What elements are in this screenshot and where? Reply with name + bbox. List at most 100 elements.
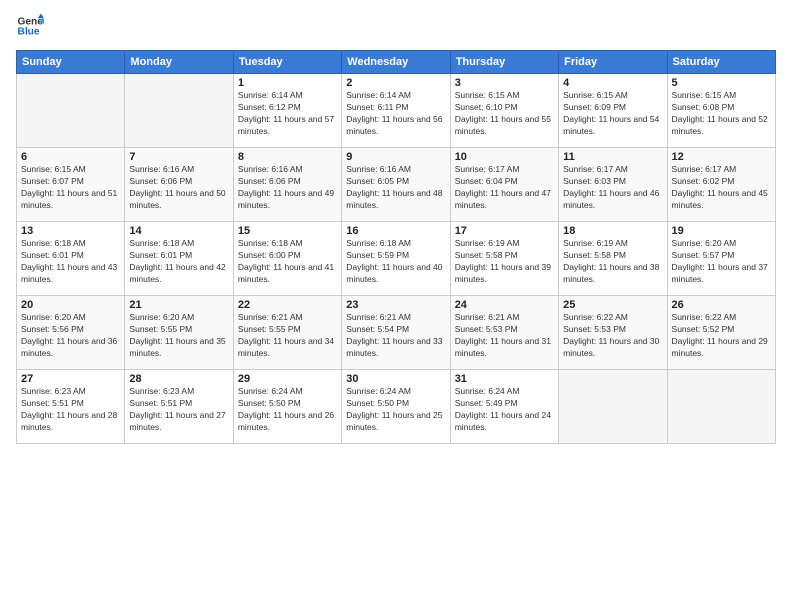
calendar-cell: 16Sunrise: 6:18 AM Sunset: 5:59 PM Dayli… bbox=[342, 222, 450, 296]
calendar-cell: 12Sunrise: 6:17 AM Sunset: 6:02 PM Dayli… bbox=[667, 148, 775, 222]
day-info: Sunrise: 6:17 AM Sunset: 6:04 PM Dayligh… bbox=[455, 164, 554, 212]
calendar-cell: 4Sunrise: 6:15 AM Sunset: 6:09 PM Daylig… bbox=[559, 74, 667, 148]
week-row-1: 1Sunrise: 6:14 AM Sunset: 6:12 PM Daylig… bbox=[17, 74, 776, 148]
calendar-cell: 20Sunrise: 6:20 AM Sunset: 5:56 PM Dayli… bbox=[17, 296, 125, 370]
day-info: Sunrise: 6:19 AM Sunset: 5:58 PM Dayligh… bbox=[563, 238, 662, 286]
day-number: 29 bbox=[238, 373, 337, 385]
calendar-cell: 25Sunrise: 6:22 AM Sunset: 5:53 PM Dayli… bbox=[559, 296, 667, 370]
calendar-cell: 27Sunrise: 6:23 AM Sunset: 5:51 PM Dayli… bbox=[17, 370, 125, 444]
day-info: Sunrise: 6:16 AM Sunset: 6:05 PM Dayligh… bbox=[346, 164, 445, 212]
day-info: Sunrise: 6:24 AM Sunset: 5:50 PM Dayligh… bbox=[346, 386, 445, 434]
day-number: 13 bbox=[21, 225, 120, 237]
day-info: Sunrise: 6:24 AM Sunset: 5:50 PM Dayligh… bbox=[238, 386, 337, 434]
calendar-cell: 22Sunrise: 6:21 AM Sunset: 5:55 PM Dayli… bbox=[233, 296, 341, 370]
day-number: 31 bbox=[455, 373, 554, 385]
calendar-cell: 18Sunrise: 6:19 AM Sunset: 5:58 PM Dayli… bbox=[559, 222, 667, 296]
calendar-cell: 10Sunrise: 6:17 AM Sunset: 6:04 PM Dayli… bbox=[450, 148, 558, 222]
day-number: 30 bbox=[346, 373, 445, 385]
calendar-cell: 26Sunrise: 6:22 AM Sunset: 5:52 PM Dayli… bbox=[667, 296, 775, 370]
day-number: 26 bbox=[672, 299, 771, 311]
weekday-header-friday: Friday bbox=[559, 51, 667, 74]
calendar-cell: 2Sunrise: 6:14 AM Sunset: 6:11 PM Daylig… bbox=[342, 74, 450, 148]
day-number: 27 bbox=[21, 373, 120, 385]
day-number: 3 bbox=[455, 77, 554, 89]
day-number: 9 bbox=[346, 151, 445, 163]
day-info: Sunrise: 6:14 AM Sunset: 6:12 PM Dayligh… bbox=[238, 90, 337, 138]
day-info: Sunrise: 6:22 AM Sunset: 5:53 PM Dayligh… bbox=[563, 312, 662, 360]
day-info: Sunrise: 6:20 AM Sunset: 5:55 PM Dayligh… bbox=[129, 312, 228, 360]
calendar-cell: 1Sunrise: 6:14 AM Sunset: 6:12 PM Daylig… bbox=[233, 74, 341, 148]
day-info: Sunrise: 6:17 AM Sunset: 6:02 PM Dayligh… bbox=[672, 164, 771, 212]
calendar-cell: 15Sunrise: 6:18 AM Sunset: 6:00 PM Dayli… bbox=[233, 222, 341, 296]
calendar-body: 1Sunrise: 6:14 AM Sunset: 6:12 PM Daylig… bbox=[17, 74, 776, 444]
calendar-cell: 3Sunrise: 6:15 AM Sunset: 6:10 PM Daylig… bbox=[450, 74, 558, 148]
weekday-header-monday: Monday bbox=[125, 51, 233, 74]
day-info: Sunrise: 6:16 AM Sunset: 6:06 PM Dayligh… bbox=[129, 164, 228, 212]
calendar-cell: 5Sunrise: 6:15 AM Sunset: 6:08 PM Daylig… bbox=[667, 74, 775, 148]
calendar-cell: 19Sunrise: 6:20 AM Sunset: 5:57 PM Dayli… bbox=[667, 222, 775, 296]
day-info: Sunrise: 6:18 AM Sunset: 5:59 PM Dayligh… bbox=[346, 238, 445, 286]
day-number: 8 bbox=[238, 151, 337, 163]
day-number: 10 bbox=[455, 151, 554, 163]
week-row-3: 13 Sunrise: 6:18 AM Sunset: 6:01 PM Dayli… bbox=[17, 222, 776, 296]
day-info: Sunrise: 6:20 AM Sunset: 5:56 PM Dayligh… bbox=[21, 312, 120, 360]
day-number: 19 bbox=[672, 225, 771, 237]
weekday-header-saturday: Saturday bbox=[667, 51, 775, 74]
day-number: 6 bbox=[21, 151, 120, 163]
day-info: Sunrise: 6:21 AM Sunset: 5:54 PM Dayligh… bbox=[346, 312, 445, 360]
calendar-cell bbox=[559, 370, 667, 444]
day-info: Sunrise: 6:15 AM Sunset: 6:07 PM Dayligh… bbox=[21, 164, 120, 212]
day-number: 12 bbox=[672, 151, 771, 163]
day-number: 25 bbox=[563, 299, 662, 311]
day-number: 17 bbox=[455, 225, 554, 237]
day-info: Sunrise: 6:24 AM Sunset: 5:49 PM Dayligh… bbox=[455, 386, 554, 434]
calendar-cell: 24Sunrise: 6:21 AM Sunset: 5:53 PM Dayli… bbox=[450, 296, 558, 370]
day-number: 28 bbox=[129, 373, 228, 385]
weekday-header-thursday: Thursday bbox=[450, 51, 558, 74]
day-info: Sunrise: 6:23 AM Sunset: 5:51 PM Dayligh… bbox=[21, 386, 120, 434]
calendar-cell: 31Sunrise: 6:24 AM Sunset: 5:49 PM Dayli… bbox=[450, 370, 558, 444]
day-number: 18 bbox=[563, 225, 662, 237]
calendar-cell: 9Sunrise: 6:16 AM Sunset: 6:05 PM Daylig… bbox=[342, 148, 450, 222]
calendar-cell: 17Sunrise: 6:19 AM Sunset: 5:58 PM Dayli… bbox=[450, 222, 558, 296]
week-row-4: 20Sunrise: 6:20 AM Sunset: 5:56 PM Dayli… bbox=[17, 296, 776, 370]
day-number: 21 bbox=[129, 299, 228, 311]
calendar-cell: 30Sunrise: 6:24 AM Sunset: 5:50 PM Dayli… bbox=[342, 370, 450, 444]
day-info: Sunrise: 6:21 AM Sunset: 5:53 PM Dayligh… bbox=[455, 312, 554, 360]
day-info: Sunrise: 6:17 AM Sunset: 6:03 PM Dayligh… bbox=[563, 164, 662, 212]
weekday-header-sunday: Sunday bbox=[17, 51, 125, 74]
calendar-cell: 28Sunrise: 6:23 AM Sunset: 5:51 PM Dayli… bbox=[125, 370, 233, 444]
calendar-cell: 11Sunrise: 6:17 AM Sunset: 6:03 PM Dayli… bbox=[559, 148, 667, 222]
day-number: 16 bbox=[346, 225, 445, 237]
calendar-table: SundayMondayTuesdayWednesdayThursdayFrid… bbox=[16, 50, 776, 444]
day-number: 1 bbox=[238, 77, 337, 89]
calendar-cell: 23Sunrise: 6:21 AM Sunset: 5:54 PM Dayli… bbox=[342, 296, 450, 370]
day-info: Sunrise: 6:15 AM Sunset: 6:09 PM Dayligh… bbox=[563, 90, 662, 138]
day-info: Sunrise: 6:18 AM Sunset: 6:01 PM Dayligh… bbox=[129, 238, 228, 286]
calendar-cell: 14Sunrise: 6:18 AM Sunset: 6:01 PM Dayli… bbox=[125, 222, 233, 296]
calendar-cell bbox=[667, 370, 775, 444]
day-number: 4 bbox=[563, 77, 662, 89]
page-container: General Blue SundayMondayTuesdayWednesda… bbox=[0, 0, 792, 452]
day-info: Sunrise: 6:16 AM Sunset: 6:06 PM Dayligh… bbox=[238, 164, 337, 212]
day-number: 5 bbox=[672, 77, 771, 89]
day-info: Sunrise: 6:22 AM Sunset: 5:52 PM Dayligh… bbox=[672, 312, 771, 360]
calendar-cell: 8Sunrise: 6:16 AM Sunset: 6:06 PM Daylig… bbox=[233, 148, 341, 222]
day-number: 14 bbox=[129, 225, 228, 237]
calendar-cell: 21Sunrise: 6:20 AM Sunset: 5:55 PM Dayli… bbox=[125, 296, 233, 370]
svg-text:Blue: Blue bbox=[18, 27, 40, 38]
day-number: 23 bbox=[346, 299, 445, 311]
calendar-cell: 6Sunrise: 6:15 AM Sunset: 6:07 PM Daylig… bbox=[17, 148, 125, 222]
weekday-header-wednesday: Wednesday bbox=[342, 51, 450, 74]
day-info: Sunrise: 6:14 AM Sunset: 6:11 PM Dayligh… bbox=[346, 90, 445, 138]
calendar-cell: 29Sunrise: 6:24 AM Sunset: 5:50 PM Dayli… bbox=[233, 370, 341, 444]
day-number: 11 bbox=[563, 151, 662, 163]
logo-icon: General Blue bbox=[16, 12, 44, 40]
day-number: 22 bbox=[238, 299, 337, 311]
day-info: Sunrise: 6:15 AM Sunset: 6:08 PM Dayligh… bbox=[672, 90, 771, 138]
weekday-header-row: SundayMondayTuesdayWednesdayThursdayFrid… bbox=[17, 51, 776, 74]
calendar-cell bbox=[125, 74, 233, 148]
day-number: 15 bbox=[238, 225, 337, 237]
calendar-cell: 13Sunrise: 6:18 AM Sunset: 6:01 PM Dayli… bbox=[17, 222, 125, 296]
day-number: 7 bbox=[129, 151, 228, 163]
